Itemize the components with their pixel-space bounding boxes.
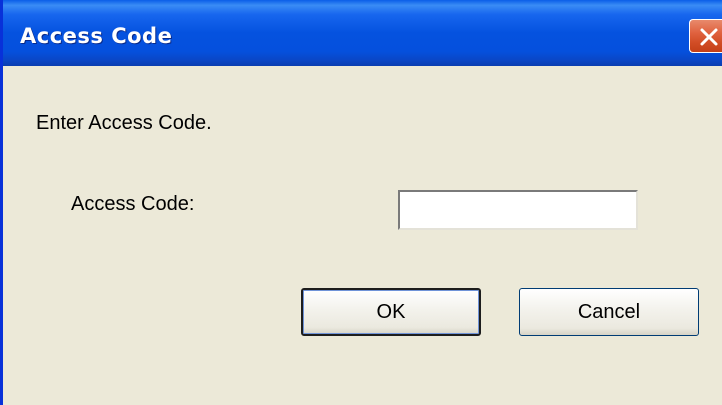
access-code-input[interactable] — [398, 190, 638, 230]
close-button[interactable] — [689, 19, 722, 53]
dialog-body: Enter Access Code. Access Code: OK Cance… — [3, 66, 722, 405]
ok-button[interactable]: OK — [301, 288, 481, 336]
prompt-text: Enter Access Code. — [36, 112, 212, 134]
access-code-label: Access Code: — [71, 193, 195, 215]
title-bar[interactable]: Access Code — [3, 0, 722, 66]
window-title: Access Code — [20, 24, 173, 48]
cancel-button[interactable]: Cancel — [519, 288, 699, 336]
access-code-dialog: Access Code Enter Access Code. Access Co… — [0, 0, 722, 405]
close-icon — [700, 28, 718, 46]
